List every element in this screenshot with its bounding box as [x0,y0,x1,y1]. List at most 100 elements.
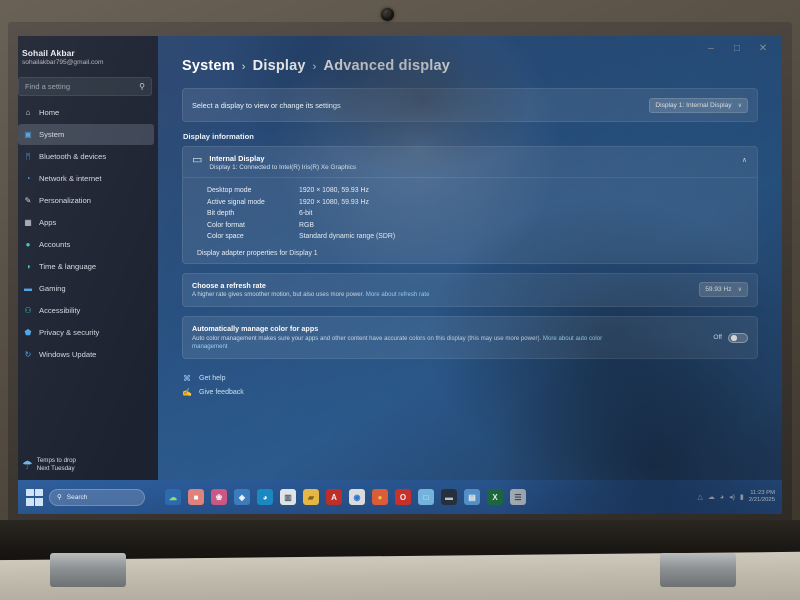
settings-search[interactable]: ⚲ [18,77,152,96]
display-info-key: Color format [207,221,245,229]
opera-icon[interactable]: O [395,489,411,505]
display-info-key: Bit depth [207,210,235,218]
give-feedback-link[interactable]: ✍ Give feedback [182,385,758,399]
breadcrumb-display[interactable]: Display [253,58,306,74]
sidebar-item-accounts[interactable]: ● Accounts [18,234,154,255]
search-icon: ⚲ [57,494,62,501]
display-selector-value: Display 1: Internal Display [655,101,732,109]
sidebar-item-personalization[interactable]: ✎ Personalization [18,190,154,211]
refresh-rate-value: 59.93 Hz [705,286,732,294]
onedrive-icon[interactable]: ☁ [708,493,715,501]
refresh-rate-title: Choose a refresh rate [192,280,266,290]
weather-icon: ☂ [22,457,33,472]
app-icon-grey[interactable]: ☰ [510,489,526,505]
refresh-rate-card: Choose a refresh rate A higher rate give… [182,272,758,308]
excel-icon[interactable]: X [487,489,503,505]
sidebar-item-network-internet[interactable]: ◔ Network & internet [18,168,154,189]
network-icon: ◔ [25,174,31,183]
toggle-knob [731,335,737,341]
sidebar-item-time-language[interactable]: ◑ Time & language [18,256,154,277]
app-icon-speaker[interactable]: ◈ [234,489,250,505]
sidebar-item-bluetooth-devices[interactable]: ᛗ Bluetooth & devices [18,146,154,167]
display-info-value: 1920 × 1080, 59.93 Hz [299,198,369,206]
chrome-icon[interactable]: ◉ [349,489,365,505]
settings-window: Sohail Akbar sohailakbar795@gmail.com ⚲ … [18,36,782,480]
personalization-icon: ✎ [24,196,32,205]
sidebar-item-windows-update[interactable]: ↻ Windows Update [18,344,154,365]
auto-color-toggle-group[interactable]: Off [713,332,748,343]
display-info-table: Desktop mode 1920 × 1080, 59.93 Hz Active … [183,178,757,247]
sidebar-item-label: Time & language [39,262,97,271]
close-button[interactable]: ✕ [750,38,776,60]
battery-icon[interactable]: ▮ [740,493,744,501]
sidebar-item-label: Accounts [39,240,71,249]
minimize-button[interactable]: – [698,38,724,60]
display-info-value: 1920 × 1080, 59.93 Hz [299,187,369,195]
weather-widget-icon[interactable]: ☁ [165,489,181,505]
account-name: Sohail Akbar [22,48,75,58]
breadcrumb-system[interactable]: System [182,58,235,74]
breadcrumb-current: Advanced display [323,58,451,74]
sidebar-item-privacy-security[interactable]: ⬟ Privacy & security [18,322,154,343]
sidebar-item-label: Network & internet [39,174,102,183]
app-icon-folder[interactable]: ▰ [303,489,319,505]
sidebar-item-gaming[interactable]: ▬ Gaming [18,278,154,299]
display-information-header[interactable]: ▭ Internal Display Display 1: Connected … [183,147,757,178]
display-info-row: Bit depth 6-bit [207,208,748,220]
chevron-down-icon: ∨ [737,102,742,109]
sidebar-item-apps[interactable]: ▦ Apps [18,212,154,233]
display-adapter-properties-link[interactable]: Display adapter properties for Display 1 [183,247,757,263]
account-block[interactable]: Sohail Akbar sohailakbar795@gmail.com [18,42,158,68]
maximize-button[interactable]: □ [724,38,750,60]
sidebar-item-accessibility[interactable]: ⚇ Accessibility [18,300,154,321]
update-icon: ↻ [24,350,32,359]
app-icon-photos[interactable]: ❀ [211,489,227,505]
app-icon-teams[interactable]: □ [418,489,434,505]
select-display-label: Select a display to view or change its s… [192,100,341,110]
app-icon-dark[interactable]: ▬ [441,489,457,505]
more-about-refresh-rate-link[interactable]: More about refresh rate [366,291,430,298]
chevron-up-icon[interactable]: ∧ [742,156,747,164]
settings-sidebar: Sohail Akbar sohailakbar795@gmail.com ⚲ … [18,36,158,480]
app-icon-white[interactable]: ▥ [280,489,296,505]
get-help-link[interactable]: ⌘ Get help [182,371,758,385]
shield-icon: ⬟ [24,328,32,337]
clock-time: 11:23 PM [750,490,775,497]
sidebar-item-system[interactable]: ▣ System [18,124,154,145]
photo-of-laptop-screen: Sohail Akbar sohailakbar795@gmail.com ⚲ … [0,0,800,600]
display-selector-dropdown[interactable]: Display 1: Internal Display ∨ [649,97,748,113]
internal-display-title: Internal Display [209,154,265,163]
sidebar-item-label: Personalization [39,196,91,205]
feedback-icon: ✍ [182,387,192,397]
sidebar-item-label: Accessibility [39,306,81,315]
auto-color-toggle-state: Off [713,334,722,342]
sidebar-item-home[interactable]: ⌂ Home [18,102,154,123]
edge-icon[interactable]: ◕ [257,489,273,505]
taskbar-apps: ☁ ■ ❀ ◈ ◕ ▥ ▰ A ◉ ● O □ ▬ ▤ X ☰ [165,489,526,505]
monitor-icon: ▭ [192,154,203,166]
display-info-row: Desktop mode 1920 × 1080, 59.93 Hz [207,185,748,197]
refresh-rate-dropdown[interactable]: 59.93 Hz ∨ [699,282,748,298]
show-hidden-icons[interactable]: △ [697,493,702,501]
display-info-row: Active signal mode 1920 × 1080, 59.93 Hz [207,197,748,209]
auto-color-toggle[interactable] [728,332,748,343]
sidebar-nav: ⌂ Home ▣ System ᛗ Bluetooth & devices ◔ Network… [18,102,158,365]
display-info-value: 6-bit [299,210,313,218]
display-info-key: Color space [207,233,244,241]
app-icon-blue[interactable]: ▤ [464,489,480,505]
search-input[interactable] [25,82,140,91]
firefox-icon[interactable]: ● [372,489,388,505]
sidebar-item-label: Privacy & security [39,328,100,337]
network-icon[interactable]: ◕ [720,494,724,501]
acrobat-icon[interactable]: A [326,489,342,505]
display-info-value: RGB [299,221,314,229]
windows-start-icon[interactable] [26,488,43,506]
taskbar-clock[interactable]: 11:23 PM 2/21/2025 [749,490,775,504]
breadcrumb: System › Display › Advanced display [182,58,758,74]
volume-icon[interactable]: ◂) [729,493,735,501]
weather-widget[interactable]: ☂ Temps to drop Next Tuesday [22,452,118,478]
app-icon-pink[interactable]: ■ [188,489,204,505]
help-link-label: Give feedback [199,388,244,396]
taskbar-search[interactable]: ⚲ Search [49,488,145,506]
window-controls: – □ ✕ [698,38,776,60]
